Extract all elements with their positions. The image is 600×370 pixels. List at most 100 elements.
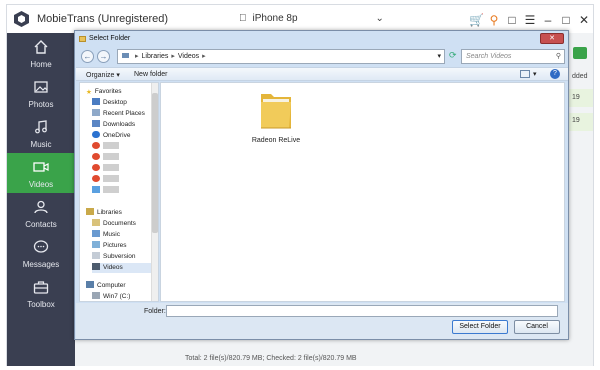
view-options-icon[interactable] xyxy=(520,70,530,78)
sidebar-item-label: Music xyxy=(30,140,52,149)
sidebar-item-photos[interactable]: Photos xyxy=(7,73,75,113)
dialog-title: Select Folder xyxy=(89,35,131,42)
tree-item-videos[interactable]: Videos xyxy=(92,263,158,273)
computer-header[interactable]: Computer xyxy=(86,281,126,291)
refresh-icon[interactable]: ⟳ xyxy=(449,50,457,61)
documents-icon xyxy=(92,219,100,226)
libraries-icon xyxy=(86,208,94,215)
sidebar-item-label: Home xyxy=(30,60,52,69)
tree-item-downloads[interactable]: Downloads xyxy=(92,120,135,130)
recent-places-icon xyxy=(92,109,100,116)
select-folder-dialog: Select Folder ✕ ← → ▸ Libraries ▸ Videos ▸ ▾… xyxy=(74,30,569,340)
tree-item-drive-c[interactable]: Win7 (C:) xyxy=(92,292,131,301)
row-date: 19 xyxy=(572,94,580,101)
music-library-icon xyxy=(92,230,100,237)
tree-item-documents[interactable]: Documents xyxy=(92,219,136,229)
tree-label: Computer xyxy=(97,282,126,289)
tree-item-redacted[interactable] xyxy=(92,164,119,174)
minimize-icon[interactable]: – xyxy=(541,13,555,27)
date-added-header: dded xyxy=(572,73,588,80)
select-folder-button[interactable]: Select Folder xyxy=(452,320,508,334)
computer-icon xyxy=(86,281,94,288)
drive-icon xyxy=(92,292,100,299)
key-icon[interactable]: ⚲ xyxy=(487,13,501,27)
tree-label: Libraries xyxy=(97,209,122,216)
star-icon: ★ xyxy=(86,89,92,96)
organize-button[interactable]: Organize ▾ xyxy=(86,71,120,79)
folder-icon xyxy=(79,36,86,42)
close-icon[interactable]: ✕ xyxy=(577,13,591,27)
view-dropdown-icon[interactable]: ▾ xyxy=(533,70,537,78)
chrome-icon xyxy=(92,164,100,171)
folder-icon xyxy=(261,94,291,129)
tree-item-redacted[interactable] xyxy=(92,153,119,163)
device-selector[interactable]:  iPhone 8p ⌄ xyxy=(239,13,384,24)
folder-icon xyxy=(122,53,129,58)
address-bar[interactable]: ▸ Libraries ▸ Videos ▸ ▾ xyxy=(117,49,445,64)
tree-item-desktop[interactable]: Desktop xyxy=(92,98,127,108)
tree-item-redacted[interactable] xyxy=(92,175,119,185)
tree-scrollbar-thumb[interactable] xyxy=(152,93,158,233)
tree-label: Recent Places xyxy=(103,110,145,117)
forward-button[interactable]: → xyxy=(97,50,110,63)
tree-label: Favorites xyxy=(94,88,122,95)
sidebar-item-contacts[interactable]: Contacts xyxy=(7,193,75,233)
back-button[interactable]: ← xyxy=(81,50,94,63)
sidebar-item-music[interactable]: Music xyxy=(7,113,75,153)
pictures-icon xyxy=(92,241,100,248)
libraries-header[interactable]: Libraries xyxy=(86,208,122,218)
home-icon xyxy=(34,40,48,54)
address-dropdown-icon[interactable]: ▾ xyxy=(437,50,441,63)
chrome-icon xyxy=(92,153,100,160)
tree-item-subversion[interactable]: Subversion xyxy=(92,252,136,262)
tree-item-pictures[interactable]: Pictures xyxy=(92,241,126,251)
breadcrumb-videos[interactable]: Videos xyxy=(178,53,199,60)
tree-label: Win7 (C:) xyxy=(103,293,131,300)
folder-contents: Radeon ReLive xyxy=(160,82,565,302)
new-folder-button[interactable]: New folder xyxy=(134,71,167,78)
redacted-label xyxy=(103,175,119,182)
tree-label: Subversion xyxy=(103,253,136,260)
help-icon[interactable]: ? xyxy=(550,69,560,79)
row-date: 19 xyxy=(572,117,580,124)
tree-item-recent-places[interactable]: Recent Places xyxy=(92,109,145,119)
photos-icon xyxy=(34,81,48,93)
sidebar-item-messages[interactable]: Messages xyxy=(7,233,75,273)
sidebar-item-toolbox[interactable]: Toolbox xyxy=(7,273,75,313)
tree-item-music[interactable]: Music xyxy=(92,230,120,240)
toolbox-icon xyxy=(33,281,49,294)
tree-label: Pictures xyxy=(103,242,127,249)
cancel-button[interactable]: Cancel xyxy=(514,320,560,334)
sidebar-item-videos[interactable]: Videos xyxy=(7,153,75,193)
redacted-label xyxy=(103,186,119,193)
cart-icon[interactable]: 🛒 xyxy=(469,13,484,27)
status-footer: Total: 2 file(s)/820.79 MB; Checked: 2 f… xyxy=(185,355,357,362)
tree-item-redacted[interactable] xyxy=(92,142,119,152)
videos-icon xyxy=(33,162,49,172)
dialog-toolbar: Organize ▾ New folder ▾ ? xyxy=(76,67,568,81)
add-button[interactable] xyxy=(573,47,587,59)
feedback-icon[interactable]: □ xyxy=(505,13,519,27)
dialog-close-button[interactable]: ✕ xyxy=(540,33,564,44)
downloads-icon xyxy=(92,120,100,127)
menu-icon[interactable]: ☰ xyxy=(523,13,537,27)
tree-label: OneDrive xyxy=(103,132,131,139)
folder-name-input[interactable] xyxy=(166,305,558,317)
folder-item[interactable]: Radeon ReLive xyxy=(251,88,301,144)
sidebar-item-home[interactable]: Home xyxy=(7,33,75,73)
sidebar-item-label: Contacts xyxy=(25,220,57,229)
tree-item-redacted[interactable] xyxy=(92,186,119,196)
favorites-header[interactable]: ★ Favorites xyxy=(86,87,122,97)
breadcrumb-libraries[interactable]: Libraries xyxy=(142,53,169,60)
sidebar-item-label: Photos xyxy=(28,100,54,109)
search-icon: ⚲ xyxy=(555,53,561,60)
search-input[interactable]: Search Videos ⚲ xyxy=(461,49,565,64)
maximize-icon[interactable]: □ xyxy=(559,13,573,27)
tree-label: Documents xyxy=(103,220,136,227)
contacts-icon xyxy=(34,200,48,214)
network-icon xyxy=(92,186,100,193)
tree-label: Music xyxy=(103,231,120,238)
sidebar-item-label: Videos xyxy=(28,180,54,189)
address-row: ← → ▸ Libraries ▸ Videos ▸ ▾ ⟳ Search Videos… xyxy=(79,49,565,65)
tree-item-onedrive[interactable]: OneDrive xyxy=(92,131,130,141)
